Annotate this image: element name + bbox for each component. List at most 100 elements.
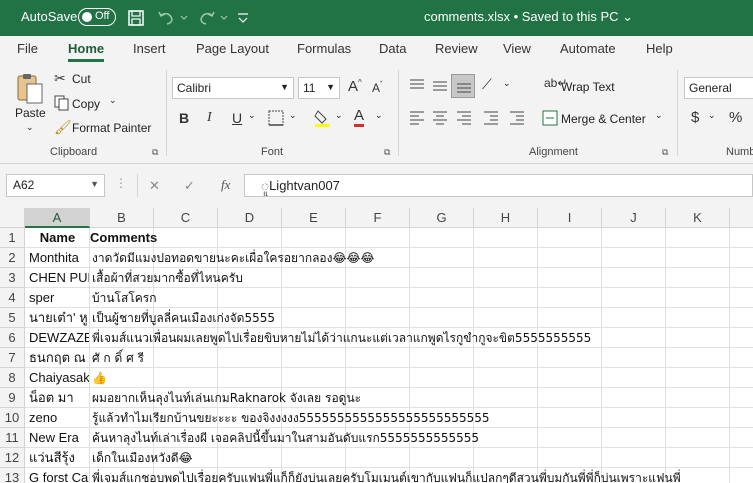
cell-a3[interactable]: CHEN PUN bbox=[26, 268, 89, 288]
merge-center-dropdown-icon[interactable]: ⌄ bbox=[655, 110, 663, 121]
row-header[interactable]: 13 bbox=[0, 468, 25, 483]
cell-a7[interactable]: ธนกฤต ณ bbox=[26, 348, 89, 368]
row-header[interactable]: 7 bbox=[0, 348, 25, 368]
save-icon[interactable] bbox=[125, 7, 147, 29]
paste-dropdown-icon[interactable]: ⌄ bbox=[26, 122, 34, 133]
row-header[interactable]: 5 bbox=[0, 308, 25, 328]
align-bottom-button[interactable] bbox=[451, 74, 475, 98]
cell-b10[interactable]: รู้แล้วทำไมเรียกบ้านขยะะะะ ของจิงงงงง555… bbox=[90, 408, 490, 428]
paste-icon[interactable] bbox=[15, 72, 45, 106]
tab-insert[interactable]: Insert bbox=[133, 41, 166, 56]
tab-help[interactable]: Help bbox=[646, 41, 673, 56]
column-header-h[interactable]: H bbox=[474, 208, 538, 228]
tab-home[interactable]: Home bbox=[68, 41, 105, 62]
orientation-dropdown-icon[interactable]: ⌄ bbox=[503, 78, 511, 89]
cell-b8[interactable]: 👍 bbox=[90, 368, 107, 388]
undo-icon[interactable] bbox=[155, 7, 177, 29]
row-header[interactable]: 3 bbox=[0, 268, 25, 288]
column-header-f[interactable]: F bbox=[346, 208, 410, 228]
cell-a4[interactable]: sper bbox=[26, 288, 89, 308]
tab-review[interactable]: Review bbox=[435, 41, 478, 56]
tab-page-layout[interactable]: Page Layout bbox=[196, 41, 269, 56]
orientation-icon[interactable]: ⟋ bbox=[482, 76, 492, 93]
formula-input[interactable]: ူLightvan007 bbox=[244, 174, 753, 197]
column-header-c[interactable]: C bbox=[154, 208, 218, 228]
align-middle-icon[interactable] bbox=[431, 78, 449, 94]
borders-dropdown-icon[interactable]: ⌄ bbox=[289, 110, 297, 121]
cell-a10[interactable]: zeno bbox=[26, 408, 89, 428]
underline-dropdown-icon[interactable]: ⌄ bbox=[248, 110, 256, 121]
cell-b6[interactable]: พี่เจมส์แนวเพื่อนผมเลยพูดไปเรื่อยขิบหายไ… bbox=[90, 328, 591, 348]
align-center-icon[interactable] bbox=[431, 110, 449, 126]
number-format-select[interactable]: General bbox=[684, 77, 753, 99]
enter-icon[interactable]: ✓ bbox=[184, 178, 195, 194]
column-header-k[interactable]: K bbox=[666, 208, 730, 228]
row-header[interactable]: 10 bbox=[0, 408, 25, 428]
currency-dropdown-icon[interactable]: ⌄ bbox=[708, 110, 716, 121]
row-header[interactable]: 6 bbox=[0, 328, 25, 348]
italic-icon[interactable]: I bbox=[207, 110, 212, 126]
copy-label[interactable]: Copy bbox=[72, 97, 100, 111]
column-header-b[interactable]: B bbox=[90, 208, 154, 228]
row-header[interactable]: 8 bbox=[0, 368, 25, 388]
cell-b2[interactable]: งาดวัดมีแมงปอทอดขายนะคะเผื่อใครอยากลอง😂😂… bbox=[90, 248, 375, 268]
copy-dropdown-icon[interactable]: ⌄ bbox=[109, 95, 117, 106]
fill-color-dropdown-icon[interactable]: ⌄ bbox=[335, 110, 343, 121]
column-header-g[interactable]: G bbox=[410, 208, 474, 228]
row-header[interactable]: 1 bbox=[0, 228, 25, 248]
drag-handle-icon[interactable]: ⋮ bbox=[115, 176, 127, 190]
column-header-j[interactable]: J bbox=[602, 208, 666, 228]
copy-icon[interactable] bbox=[54, 95, 70, 111]
cut-icon[interactable]: ✂ bbox=[54, 70, 66, 87]
cell-a13[interactable]: G forst Ca bbox=[26, 468, 89, 483]
cell-b5[interactable]: เป็นผู้ชายที่บูลลี่คนเมืองเก่งจัด5555 bbox=[90, 308, 275, 328]
column-header-a[interactable]: A bbox=[25, 208, 90, 228]
column-header-partial[interactable] bbox=[730, 208, 753, 228]
decrease-font-icon[interactable]: Aˇ bbox=[372, 80, 383, 95]
percent-icon[interactable]: % bbox=[729, 109, 742, 126]
cell-b9[interactable]: ผมอยากเห็นลุงไนท์เล่นเกมRaknarok จังเลย … bbox=[90, 388, 361, 408]
insert-function-icon[interactable]: fx bbox=[221, 177, 230, 193]
row-header[interactable]: 9 bbox=[0, 388, 25, 408]
font-size-select[interactable]: 11 ▼ bbox=[298, 77, 340, 99]
row-header[interactable]: 11 bbox=[0, 428, 25, 448]
clipboard-launcher-icon[interactable]: ⧉ bbox=[152, 147, 158, 158]
name-box[interactable]: A62 ▼ bbox=[6, 174, 105, 197]
increase-font-icon[interactable]: A^ bbox=[348, 78, 362, 95]
increase-indent-icon[interactable] bbox=[508, 110, 526, 126]
fill-color-icon[interactable] bbox=[313, 108, 333, 128]
cell-b3[interactable]: เสื้อผ้าที่สวยมากซื้อที่ไหนครับ bbox=[90, 268, 243, 288]
select-all-button[interactable] bbox=[0, 208, 25, 228]
cell-a2[interactable]: Monthita bbox=[26, 248, 89, 268]
cell-a1[interactable]: Name bbox=[26, 228, 89, 248]
align-right-icon[interactable] bbox=[455, 110, 473, 126]
merge-center-icon[interactable] bbox=[542, 110, 558, 126]
underline-icon[interactable]: U bbox=[232, 110, 242, 126]
cell-b7[interactable]: ศั ก ดิ์ ศ รี bbox=[90, 348, 144, 368]
row-header[interactable]: 2 bbox=[0, 248, 25, 268]
column-header-d[interactable]: D bbox=[218, 208, 282, 228]
font-launcher-icon[interactable]: ⧉ bbox=[384, 147, 390, 158]
cell-a11[interactable]: New Era bbox=[26, 428, 89, 448]
cell-a9[interactable]: น็อต มา bbox=[26, 388, 89, 408]
row-header[interactable]: 4 bbox=[0, 288, 25, 308]
cell-a5[interactable]: นายเต๋า' หู bbox=[26, 308, 89, 328]
merge-center-label[interactable]: Merge & Center bbox=[561, 112, 646, 126]
font-color-dropdown-icon[interactable]: ⌄ bbox=[375, 110, 383, 121]
cell-b13[interactable]: พี่เจมส์แกชอบพดไปเรื่อยครับแฟนพี่แก็ก็ยั… bbox=[90, 468, 681, 483]
paste-label[interactable]: Paste bbox=[15, 106, 46, 120]
cell-a8[interactable]: Chaiyasak bbox=[26, 368, 89, 388]
format-painter-icon[interactable]: 🖌 bbox=[54, 119, 72, 136]
cut-label[interactable]: Cut bbox=[72, 72, 91, 86]
currency-icon[interactable]: $ bbox=[691, 109, 699, 126]
tab-file[interactable]: File bbox=[17, 41, 38, 56]
cell-b11[interactable]: ค้นหาลุงไนท์เล่าเรื่องผี เจอคลิปนี้ขึ้นม… bbox=[90, 428, 479, 448]
autosave-toggle[interactable]: Off bbox=[78, 8, 116, 26]
cell-b4[interactable]: บ้านโสโครก bbox=[90, 288, 157, 308]
cell-a6[interactable]: DEWZAZE bbox=[26, 328, 89, 348]
borders-icon[interactable] bbox=[268, 110, 284, 126]
tab-data[interactable]: Data bbox=[379, 41, 406, 56]
tab-formulas[interactable]: Formulas bbox=[297, 41, 351, 56]
cell-b1[interactable]: Comments bbox=[90, 228, 157, 248]
spreadsheet-grid[interactable]: A B C D E F G H I J K 1 Name Comments 2 … bbox=[0, 208, 753, 483]
